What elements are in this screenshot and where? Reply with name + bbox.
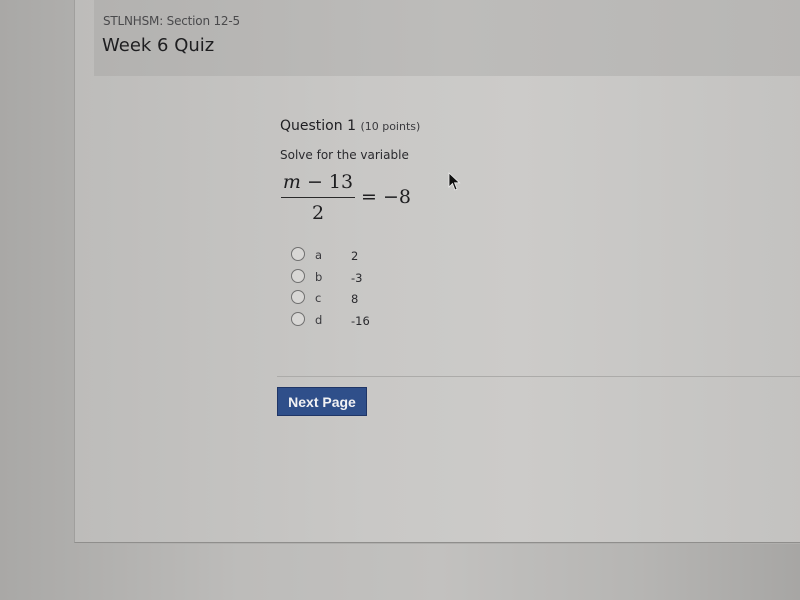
answer-option-b[interactable]: b -3 [291, 268, 411, 291]
question-points: (10 points) [360, 120, 421, 133]
equation-denominator: 2 [311, 202, 325, 224]
answer-option-d[interactable]: d -16 [291, 311, 411, 334]
option-value: -3 [351, 270, 363, 285]
divider [277, 376, 800, 377]
option-letter: b [315, 269, 323, 284]
mouse-pointer-icon [448, 172, 461, 191]
equation-fraction: m − 13 2 [281, 170, 355, 224]
option-letter: a [315, 248, 323, 262]
radio-button[interactable] [291, 311, 305, 326]
option-letter: c [315, 291, 322, 305]
question-label: Question 1 [280, 118, 356, 134]
radio-button[interactable] [291, 247, 305, 261]
breadcrumb[interactable]: STLNHSM: Section 12-5 [103, 14, 240, 28]
option-letter: d [315, 312, 323, 327]
answer-options: a 2 b -3 c 8 d -16 [291, 247, 411, 333]
equation-numerator: m − 13 [281, 170, 355, 194]
next-page-button[interactable]: Next Page [277, 387, 367, 416]
equation-numerator-rest: − 13 [300, 171, 354, 193]
page-title: Week 6 Quiz [102, 35, 215, 56]
answer-option-a[interactable]: a 2 [291, 247, 411, 269]
option-value: 8 [351, 292, 359, 306]
question-header: Question 1 (10 points) [280, 118, 420, 134]
equation-rhs: = −8 [361, 186, 411, 208]
question-prompt: Solve for the variable [280, 148, 409, 162]
answer-option-c[interactable]: c 8 [291, 290, 411, 312]
radio-button[interactable] [291, 268, 305, 283]
equation-variable: m [282, 171, 301, 193]
option-value: 2 [351, 249, 359, 263]
quiz-page-panel [74, 0, 800, 543]
fraction-bar [281, 197, 355, 198]
option-value: -16 [351, 313, 370, 328]
radio-button[interactable] [291, 290, 305, 304]
